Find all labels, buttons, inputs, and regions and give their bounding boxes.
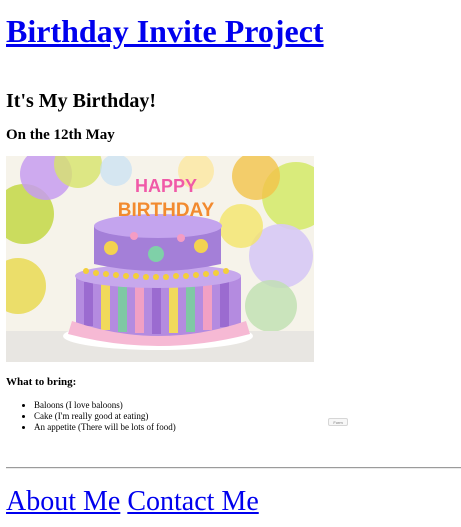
- divider: [6, 467, 461, 469]
- bring-list: Baloons (I love baloons) Cake (I'm reall…: [6, 400, 176, 433]
- form-button[interactable]: Form: [328, 418, 348, 426]
- topper-line2: BIRTHDAY: [118, 200, 215, 221]
- birthday-cake-image: HAPPY BIRTHDAY: [6, 156, 314, 362]
- page-heading: It's My Birthday!: [6, 90, 156, 112]
- title-link[interactable]: Birthday Invite Project: [6, 12, 324, 50]
- list-item: Baloons (I love baloons): [34, 400, 176, 411]
- footer-nav: About Me Contact Me: [6, 485, 259, 519]
- list-item: An appetite (There will be lots of food): [34, 422, 176, 433]
- date-subheading: On the 12th May: [6, 127, 115, 143]
- contact-me-link[interactable]: Contact Me: [127, 486, 258, 517]
- list-item: Cake (I'm really good at eating): [34, 411, 176, 422]
- about-me-link[interactable]: About Me: [6, 486, 120, 517]
- topper-line1: HAPPY: [135, 176, 197, 196]
- bring-heading: What to bring:: [6, 376, 77, 388]
